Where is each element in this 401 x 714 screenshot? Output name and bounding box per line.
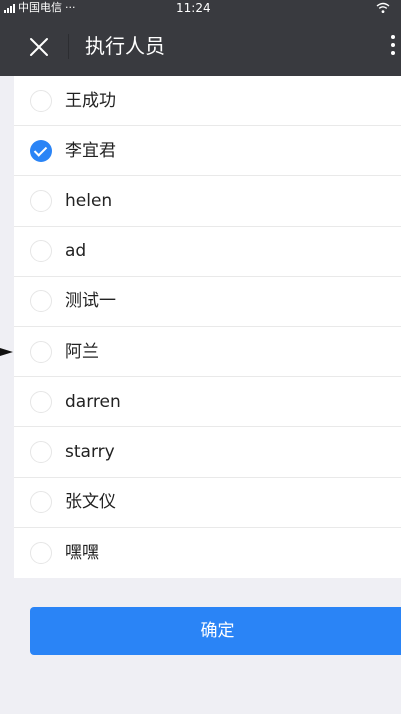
- confirm-button[interactable]: 确定: [30, 607, 401, 655]
- carrier-label: 中国电信: [18, 1, 62, 14]
- list-item-zhang-wenyi[interactable]: 张文仪: [14, 478, 401, 528]
- status-left: 中国电信 ···: [4, 1, 76, 15]
- radio-button[interactable]: [30, 89, 52, 112]
- list-item-label: darren: [65, 391, 121, 412]
- check-icon[interactable]: [30, 139, 52, 162]
- list-item-li-yijun[interactable]: 李宜君: [14, 126, 401, 177]
- list-item-label: 张文仪: [65, 492, 116, 513]
- signal-icon: [4, 3, 15, 13]
- more-vertical-icon[interactable]: [389, 35, 397, 59]
- radio-button[interactable]: [30, 440, 52, 463]
- person-list: 王成功 李宜君 helen ad 测试一 阿兰 darren starry 张文…: [14, 76, 401, 578]
- status-time: 11:24: [176, 1, 211, 15]
- list-item-label: starry: [65, 441, 115, 462]
- list-item-helen[interactable]: helen: [14, 176, 401, 227]
- list-item-wang-chenggong[interactable]: 王成功: [14, 76, 401, 127]
- radio-button[interactable]: [30, 290, 52, 313]
- radio-button[interactable]: [30, 340, 52, 363]
- list-item-label: helen: [65, 190, 113, 211]
- list-item-alan[interactable]: 阿兰: [14, 327, 401, 378]
- radio-button[interactable]: [30, 491, 52, 514]
- close-icon[interactable]: [28, 36, 50, 58]
- list-item-ad[interactable]: ad: [14, 227, 401, 277]
- radio-button[interactable]: [30, 541, 52, 564]
- list-item-label: 李宜君: [65, 140, 116, 161]
- radio-button[interactable]: [30, 240, 52, 263]
- wifi-icon: [376, 2, 390, 14]
- list-item-darren[interactable]: darren: [14, 377, 401, 428]
- list-item-label: 阿兰: [65, 341, 99, 362]
- radio-button[interactable]: [30, 390, 52, 413]
- page-title: 执行人员: [85, 34, 165, 58]
- nav-bar: 执行人员: [0, 17, 401, 76]
- list-item-heihei[interactable]: 嘿嘿: [14, 528, 401, 578]
- nav-divider: [68, 34, 69, 59]
- list-item-label: ad: [65, 241, 87, 262]
- list-item-label: 测试一: [65, 291, 116, 312]
- list-item-label: 王成功: [65, 90, 116, 111]
- radio-button[interactable]: [30, 189, 52, 212]
- status-bar: 中国电信 ··· 11:24: [0, 0, 401, 17]
- list-item-starry[interactable]: starry: [14, 427, 401, 478]
- list-item-ceshiyi[interactable]: 测试一: [14, 277, 401, 327]
- pointer-arrow-icon: [0, 348, 13, 356]
- carrier-more-label: ···: [65, 1, 76, 14]
- list-item-label: 嘿嘿: [65, 542, 99, 563]
